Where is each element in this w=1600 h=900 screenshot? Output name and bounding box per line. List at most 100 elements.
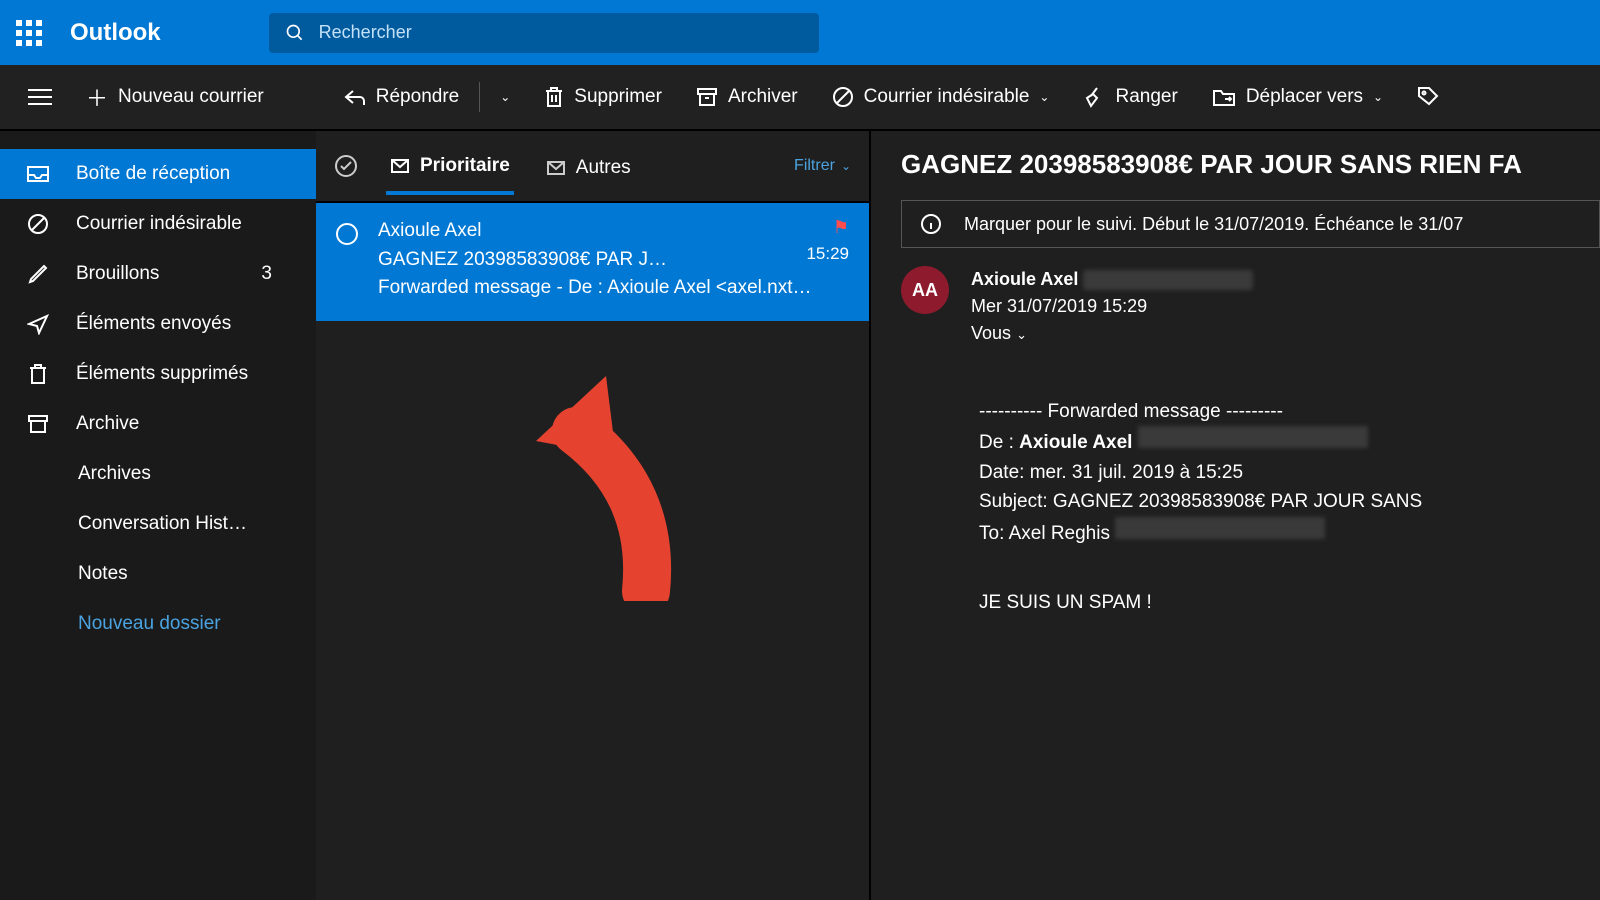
folder-drafts[interactable]: Brouillons 3 (0, 249, 316, 299)
followup-banner: Marquer pour le suivi. Début le 31/07/20… (901, 200, 1600, 248)
sender-name: Axioule Axel (971, 269, 1078, 289)
fwd-date: Date: mer. 31 juil. 2019 à 15:25 (979, 458, 1600, 487)
archive-icon (696, 87, 718, 107)
hamburger-icon (28, 88, 52, 106)
chevron-double-icon: ⌄ (1016, 327, 1027, 342)
sweep-label: Ranger (1115, 86, 1177, 108)
trash-icon (24, 363, 52, 385)
broom-icon (1083, 86, 1105, 108)
info-icon (920, 213, 942, 235)
filter-button[interactable]: Filtrer ⌄ (794, 157, 851, 175)
folder-conversation-history[interactable]: Conversation Hist… (0, 499, 316, 549)
folder-inbox[interactable]: Boîte de réception (0, 149, 316, 199)
new-mail-button[interactable]: ＋ Nouveau courrier (72, 73, 278, 121)
folder-junk[interactable]: Courrier indésirable (0, 199, 316, 249)
sweep-button[interactable]: Ranger (1069, 78, 1191, 116)
folder-archive[interactable]: Archive (0, 399, 316, 449)
tab-label: Prioritaire (420, 155, 510, 177)
select-circle[interactable] (336, 223, 358, 245)
folder-move-icon (1212, 87, 1236, 107)
new-folder-button[interactable]: Nouveau dossier (0, 599, 316, 649)
reply-label: Répondre (376, 86, 459, 108)
block-icon (832, 86, 854, 108)
new-mail-label: Nouveau courrier (118, 86, 264, 108)
followup-text: Marquer pour le suivi. Début le 31/07/20… (964, 214, 1463, 235)
fwd-separator: ---------- Forwarded message --------- (979, 397, 1600, 426)
pencil-icon (24, 263, 52, 285)
app-launcher-icon[interactable] (16, 20, 42, 46)
filter-label: Filtrer (794, 157, 835, 175)
message-list-pane: Prioritaire Autres Filtrer ⌄ Axioule Axe… (316, 131, 871, 900)
move-label: Déplacer vers (1246, 86, 1363, 108)
tag-icon (1417, 86, 1439, 108)
send-icon (24, 313, 52, 335)
menu-toggle[interactable] (14, 80, 66, 114)
new-folder-label: Nouveau dossier (78, 613, 221, 635)
message-body: ---------- Forwarded message --------- D… (979, 397, 1600, 618)
reading-pane: GAGNEZ 20398583908€ PAR JOUR SANS RIEN F… (871, 131, 1600, 900)
redacted-email (1138, 426, 1368, 448)
move-button[interactable]: Déplacer vers ⌄ (1198, 78, 1397, 116)
fwd-from-label: De : (979, 432, 1019, 453)
main-area: Boîte de réception Courrier indésirable … (0, 131, 1600, 900)
folder-label: Éléments envoyés (76, 313, 231, 335)
annotation-arrow (506, 371, 686, 601)
recipients-toggle[interactable]: Vous ⌄ (971, 320, 1253, 347)
tab-other[interactable]: Autres (542, 139, 635, 193)
delete-button[interactable]: Supprimer (530, 78, 676, 116)
folder-label: Archive (76, 413, 139, 435)
message-preview: Forwarded message - De : Axioule Axel <a… (378, 274, 849, 303)
reply-dropdown[interactable]: ⌄ (486, 82, 524, 112)
message-from: Axioule Axel (378, 217, 849, 246)
categorize-button[interactable] (1403, 78, 1453, 116)
folder-notes[interactable]: Notes (0, 549, 316, 599)
chevron-down-icon: ⌄ (1373, 90, 1383, 104)
reading-subject: GAGNEZ 20398583908€ PAR JOUR SANS RIEN F… (901, 149, 1600, 180)
search-box[interactable] (269, 13, 819, 53)
archive-label: Archiver (728, 86, 798, 108)
message-subject: GAGNEZ 20398583908€ PAR J… (378, 246, 849, 275)
fwd-subject: Subject: GAGNEZ 20398583908€ PAR JOUR SA… (979, 487, 1600, 516)
reply-button[interactable]: Répondre (330, 78, 473, 116)
focused-icon (390, 158, 410, 174)
fwd-to: To: Axel Reghis (979, 523, 1110, 544)
folder-label: Boîte de réception (76, 163, 230, 185)
mail-icon (546, 160, 566, 176)
search-input[interactable] (319, 22, 803, 43)
sender-block: AA Axioule Axel Mer 31/07/2019 15:29 Vou… (901, 266, 1600, 347)
tab-label: Autres (576, 157, 631, 179)
chevron-down-icon: ⌄ (1039, 90, 1049, 104)
folder-archives[interactable]: Archives (0, 449, 316, 499)
recipients-label: Vous (971, 323, 1011, 343)
chevron-down-icon: ⌄ (841, 159, 851, 173)
select-all-icon[interactable] (334, 154, 358, 178)
chevron-down-icon: ⌄ (500, 90, 510, 104)
search-icon (285, 23, 305, 43)
folder-sidebar: Boîte de réception Courrier indésirable … (0, 131, 316, 900)
command-bar: ＋ Nouveau courrier Répondre ⌄ Supprimer … (0, 65, 1600, 131)
folder-count: 3 (261, 263, 272, 285)
flag-icon[interactable]: ⚑ (806, 217, 849, 238)
folder-sent[interactable]: Éléments envoyés (0, 299, 316, 349)
body-text: JE SUIS UN SPAM ! (979, 588, 1600, 617)
message-item[interactable]: Axioule Axel GAGNEZ 20398583908€ PAR J… … (316, 203, 869, 321)
delete-label: Supprimer (574, 86, 662, 108)
app-header: Outlook (0, 0, 1600, 65)
fwd-from-name: Axioule Axel (1019, 432, 1132, 453)
trash-icon (544, 86, 564, 108)
archive-button[interactable]: Archiver (682, 78, 812, 116)
reply-icon (344, 87, 366, 107)
folder-label: Conversation Hist… (78, 513, 247, 535)
folder-label: Courrier indésirable (76, 213, 242, 235)
list-header: Prioritaire Autres Filtrer ⌄ (316, 131, 869, 203)
folder-deleted[interactable]: Éléments supprimés (0, 349, 316, 399)
junk-button[interactable]: Courrier indésirable ⌄ (818, 78, 1064, 116)
tab-focused[interactable]: Prioritaire (386, 137, 514, 195)
message-time: 15:29 (806, 244, 849, 264)
folder-label: Archives (78, 463, 151, 485)
block-icon (24, 213, 52, 235)
folder-label: Brouillons (76, 263, 159, 285)
folder-label: Éléments supprimés (76, 363, 248, 385)
app-brand: Outlook (70, 19, 161, 47)
junk-label: Courrier indésirable (864, 86, 1030, 108)
